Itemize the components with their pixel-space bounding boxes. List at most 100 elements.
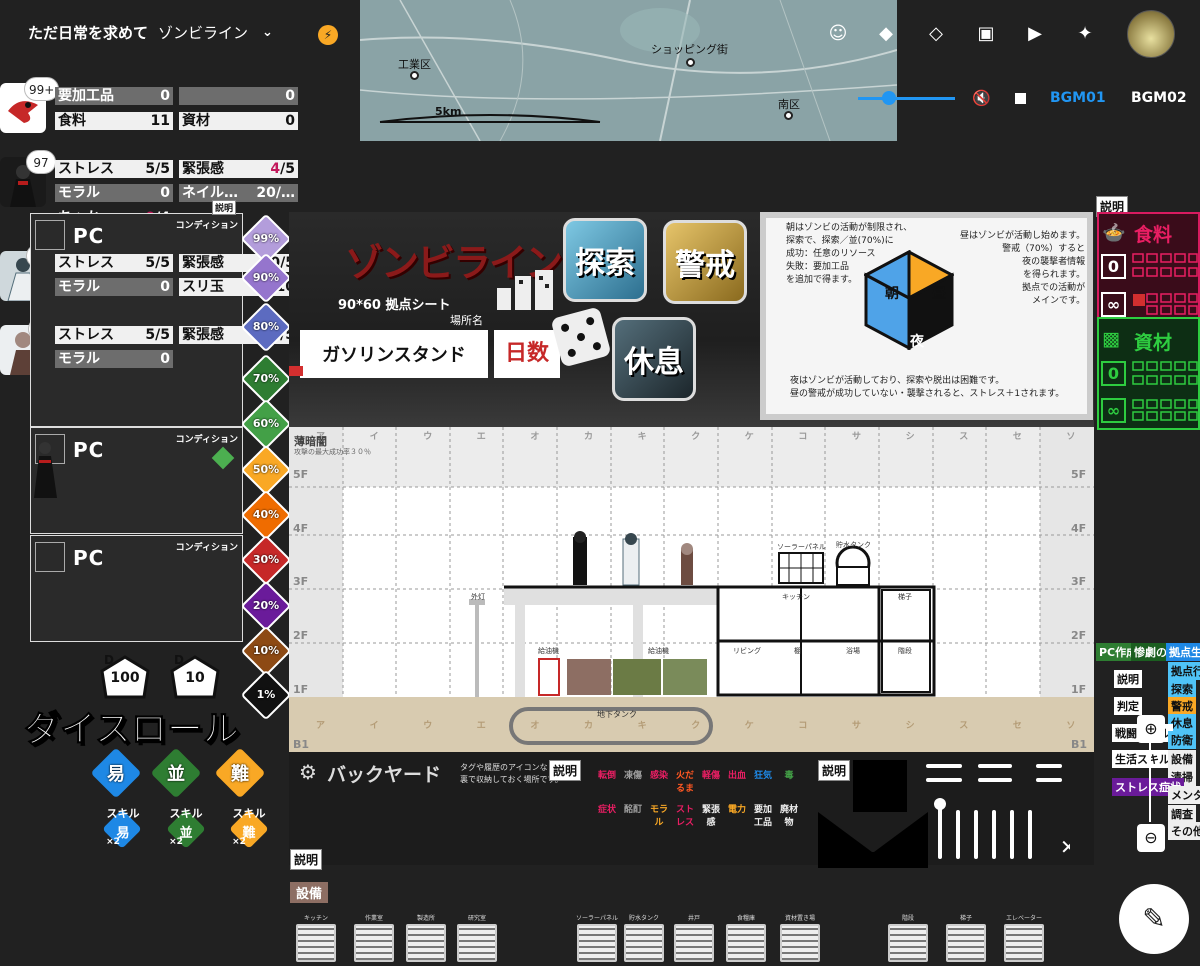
lightning-icon[interactable]: ⚡	[318, 25, 338, 45]
layers-icon[interactable]: ◆	[872, 20, 900, 46]
status-blank[interactable]: 0	[179, 87, 298, 105]
status-token[interactable]: 狂気	[752, 768, 774, 790]
action-tag[interactable]: 拠点行動	[1168, 662, 1200, 680]
add-comment-icon[interactable]: ▣	[972, 20, 1000, 46]
dice-roll-button[interactable]: ダイスロール	[24, 700, 240, 752]
zoom-out-icon[interactable]: ⊖	[1137, 824, 1165, 852]
facility-name: 貯水タンク	[628, 915, 659, 922]
map-marker[interactable]	[784, 111, 793, 120]
facility-token[interactable]: 井戸	[670, 913, 718, 962]
screen-icon[interactable]: ▶	[1021, 20, 1049, 46]
facility-token[interactable]: エレベーター	[1000, 913, 1048, 962]
facility-token[interactable]: 資材置き場	[776, 913, 824, 962]
facility-token[interactable]: ソーラーパネル	[573, 913, 621, 962]
status-moral[interactable]: モラル 0	[55, 350, 173, 368]
zoom-in-icon[interactable]: ⊕	[1137, 715, 1165, 743]
action-tag[interactable]: 設備	[1168, 750, 1196, 768]
flag-marker[interactable]	[289, 366, 303, 376]
map-marker[interactable]	[410, 71, 419, 80]
status-nail[interactable]: ネイル… 20/…	[179, 184, 298, 202]
place-name-field[interactable]: ガソリンスタンド	[300, 330, 488, 378]
explain-button[interactable]: 説明	[549, 760, 582, 781]
material-count-inf[interactable]: ∞	[1101, 398, 1126, 423]
layers-outline-icon[interactable]: ◇	[922, 20, 950, 46]
facility-token[interactable]: 製造所	[402, 913, 450, 962]
map-marker[interactable]	[686, 58, 695, 67]
black-triangles-token[interactable]	[818, 812, 928, 868]
guard-cube[interactable]: 警戒	[663, 220, 747, 304]
material-count-zero[interactable]: 0	[1101, 361, 1126, 386]
facility-token[interactable]: 階段	[884, 913, 932, 962]
room-title-bar[interactable]: ただ日常を求めて ゾンビライン ⌄	[28, 22, 273, 43]
explain-tag[interactable]: 説明	[212, 200, 237, 215]
status-token[interactable]: 毒	[778, 768, 800, 790]
status-moral[interactable]: モラル 0	[55, 278, 173, 296]
action-tag[interactable]: その他の行動	[1168, 822, 1200, 840]
facility-token[interactable]: 貯水タンク	[620, 913, 668, 962]
rest-cube[interactable]: 休息	[612, 317, 696, 401]
action-tag[interactable]: 拠点生活	[1166, 643, 1200, 661]
action-tag[interactable]: 判定	[1114, 697, 1142, 715]
action-tag[interactable]: 調査	[1168, 805, 1196, 823]
status-food[interactable]: 食料 11	[55, 112, 173, 130]
status-processed-goods[interactable]: 要加工品 0	[55, 87, 173, 105]
status-token[interactable]: 出血	[726, 768, 748, 790]
stop-icon[interactable]	[1015, 93, 1026, 104]
status-stress[interactable]: ストレス 5/5	[55, 160, 173, 178]
facility-token[interactable]: キッチン	[292, 913, 340, 962]
explore-cube[interactable]: 探索	[563, 218, 647, 302]
food-count-inf[interactable]: ∞	[1101, 292, 1126, 317]
status-tension[interactable]: 緊張感4/5	[179, 160, 298, 178]
status-stress[interactable]: ストレス 5/5	[55, 326, 173, 344]
status-token[interactable]: 緊張感	[700, 802, 722, 828]
pc-title: PC	[73, 546, 105, 570]
bgm-track-2[interactable]: BGM02	[1131, 90, 1187, 106]
status-token[interactable]: 電力	[726, 802, 748, 824]
facility-token[interactable]: 作業室	[350, 913, 398, 962]
status-material[interactable]: 資材 0	[179, 112, 298, 130]
zoom-track[interactable]	[1149, 742, 1151, 822]
volume-knob[interactable]	[882, 91, 896, 105]
status-token[interactable]: 凍傷	[622, 768, 644, 790]
edit-pencil-button[interactable]: ✎	[1119, 884, 1189, 954]
status-token[interactable]: 廃材物	[778, 802, 800, 828]
bgm-track-1[interactable]: BGM01	[1050, 90, 1106, 106]
volume-slider[interactable]	[858, 97, 955, 100]
facility-token[interactable]: 食糧庫	[722, 913, 770, 962]
action-tag[interactable]: メンタルケア	[1168, 786, 1200, 804]
chevron-down-icon[interactable]: ⌄	[262, 25, 273, 40]
building-grid[interactable]	[289, 427, 1094, 697]
status-token[interactable]: ストレス	[674, 802, 696, 828]
status-stress[interactable]: ストレス 5/5	[55, 254, 173, 272]
action-tag[interactable]: 防衛	[1168, 731, 1196, 749]
status-token[interactable]: モラル	[648, 802, 670, 828]
explain-button[interactable]: 説明	[290, 849, 323, 870]
facility-token[interactable]: 研究室	[453, 913, 501, 962]
days-counter[interactable]: 日数	[494, 330, 560, 378]
action-tag[interactable]: 説明	[1114, 670, 1142, 688]
dice-icon[interactable]: ☺	[824, 20, 852, 46]
status-token[interactable]: 転倒	[596, 768, 618, 790]
action-tag[interactable]: 探索	[1168, 680, 1196, 698]
pc-card-1[interactable]: PC コンディション	[30, 213, 243, 427]
city-map[interactable]: 工業区 ショッピング街 南区 5km	[360, 0, 897, 141]
action-tag[interactable]: 生活スキル	[1112, 750, 1173, 768]
explain-button[interactable]: 説明	[818, 760, 851, 781]
status-token[interactable]: 火だるま	[674, 768, 696, 794]
status-moral[interactable]: モラル 0	[55, 184, 173, 202]
food-count-zero[interactable]: 0	[1101, 254, 1126, 279]
black-square-token[interactable]	[853, 760, 907, 812]
facility-token[interactable]: 梯子	[942, 913, 990, 962]
slider-tokens[interactable]: ✕	[920, 762, 1070, 862]
action-tag[interactable]: 警戒	[1168, 697, 1196, 715]
effects-icon[interactable]: ✦	[1071, 20, 1099, 46]
status-token[interactable]: 酩酊	[622, 802, 644, 824]
user-avatar[interactable]	[1127, 10, 1175, 58]
pc-card-2[interactable]: PC コンディション	[30, 427, 243, 534]
status-token[interactable]: 症状	[596, 802, 618, 824]
status-token[interactable]: 感染	[648, 768, 670, 790]
status-token[interactable]: 要加工品	[752, 802, 774, 828]
status-token[interactable]: 軽傷	[700, 768, 722, 790]
pc-card-3[interactable]: PC コンディション	[30, 535, 243, 642]
mute-icon[interactable]: 🔇	[972, 89, 991, 107]
